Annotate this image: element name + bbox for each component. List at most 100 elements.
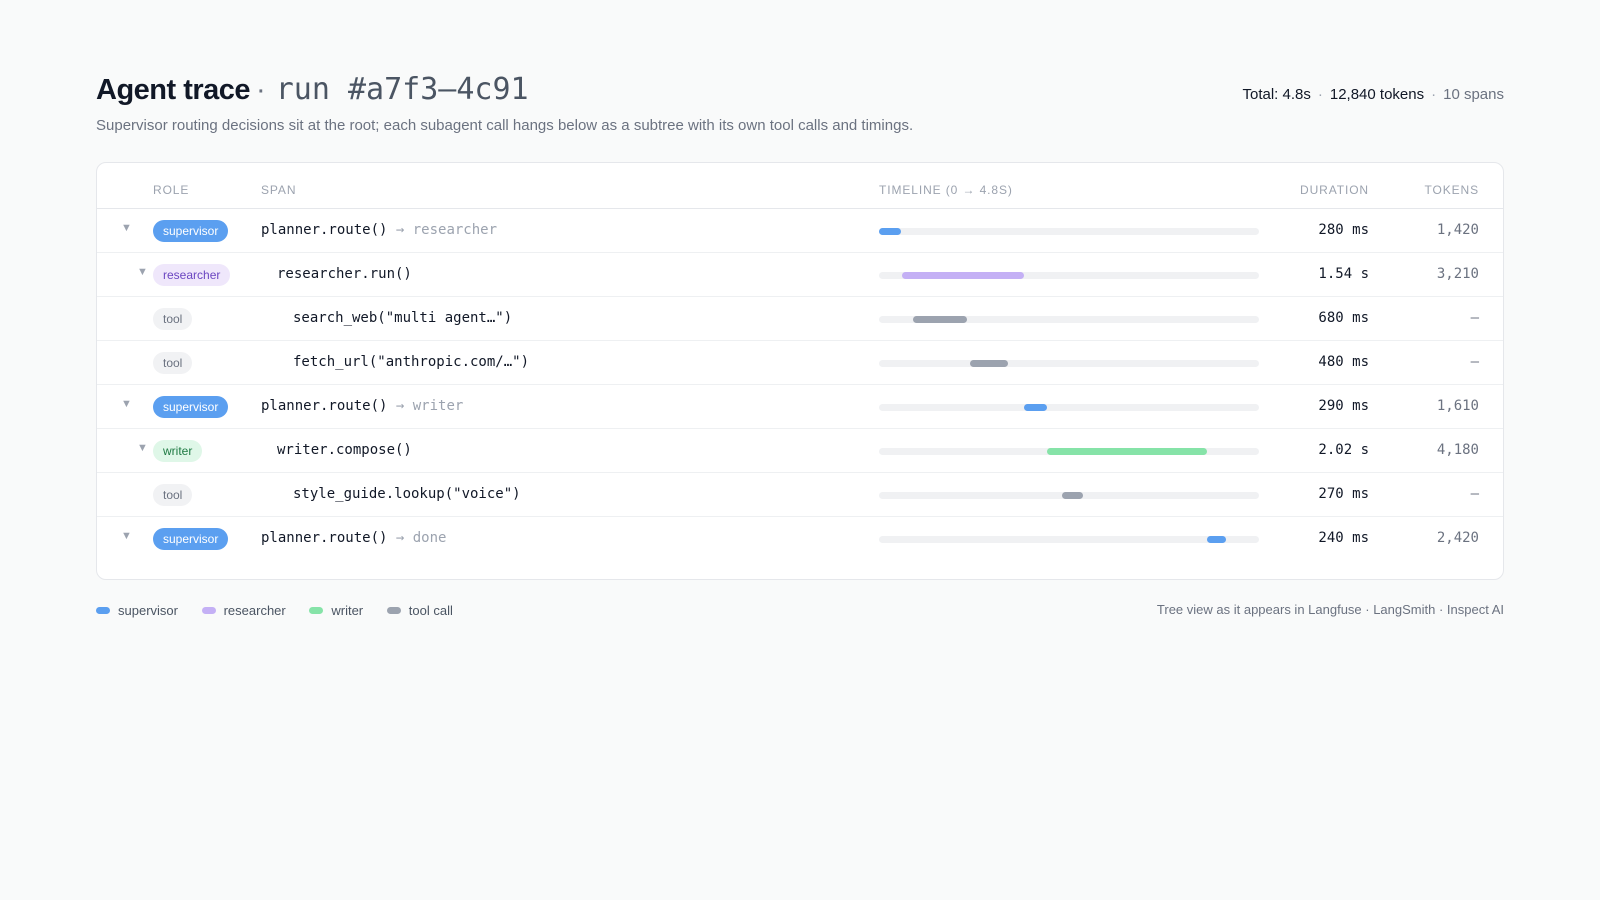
column-header-duration[interactable]: DURATION [1300,183,1369,197]
tokens-value: 1,420 [1436,222,1479,238]
duration-value: 680 ms [1318,310,1369,326]
table-row[interactable]: tool fetch_url("anthropic.com/…") 480 ms — [97,341,1503,385]
legend-item-tool-call: tool call [386,603,453,618]
chevron-down-icon[interactable]: ▼ [121,530,132,542]
span-name: researcher.run() [277,266,412,282]
chevron-down-icon[interactable]: ▼ [121,222,132,234]
chevron-down-icon[interactable]: ▼ [121,398,132,410]
span-name: search_web("multi agent…") [293,310,512,326]
duration-value: 280 ms [1318,222,1369,238]
legend: supervisor researcher writer tool call [96,602,473,618]
total-duration: Total: 4.8s [1242,86,1311,103]
role-badge: tool [153,352,193,374]
timeline-track [879,360,1259,367]
trace-stats: Total: 4.8s · 12,840 tokens · 10 spans [1242,86,1504,103]
span-count: 10 spans [1443,86,1504,103]
timeline-bar[interactable] [879,228,902,235]
page-header: Agent trace · run #a7f3–4c91 Total: 4.8s · 1… [96,72,1504,134]
timeline-bar[interactable] [902,272,1024,279]
trace-table: ROLE SPAN TIMELINE (0 → 4.8S) DURATION T… [96,162,1504,580]
span-call: search_web("multi agent…") [293,310,513,326]
table-row[interactable]: ▼ writer writer.compose() 2.02 s 4,180 [97,429,1503,473]
chevron-down-icon[interactable]: ▼ [137,442,148,454]
table-row[interactable]: ▼ supervisor planner.route() → researcher 2… [97,209,1503,253]
legend-label: tool call [408,603,453,618]
table-row[interactable]: tool style_guide.lookup("voice") 270 ms — [97,473,1503,517]
tokens-value: 4,180 [1436,442,1479,458]
stats-separator: · [1317,86,1323,103]
role-badge: writer [153,440,203,462]
table-body: ▼ supervisor planner.route() → researcher 2… [97,209,1503,561]
table-row[interactable]: ▼ supervisor planner.route() → done 240 ms 2… [97,517,1503,561]
span-call: planner.route() [261,222,388,238]
timeline-bar[interactable] [970,360,1008,367]
span-call: writer.compose() [277,442,412,458]
duration-value: 270 ms [1318,486,1369,502]
legend-label: supervisor [118,603,178,618]
duration-value: 2.02 s [1318,442,1369,458]
role-badge: researcher [153,264,231,286]
timeline-bar[interactable] [1046,448,1207,455]
trace-panel: Agent trace · run #a7f3–4c91 Total: 4.8s · 1… [96,72,1504,618]
duration-value: 240 ms [1318,530,1369,546]
span-call: planner.route() [261,398,388,414]
route-target: → writer [395,398,464,414]
timeline-bar[interactable] [1206,536,1226,543]
span-call: style_guide.lookup("voice") [293,486,521,502]
timeline-track [879,492,1259,499]
run-id: run #a7f3–4c91 [275,72,529,107]
role-badge: supervisor [153,528,229,550]
legend-swatch [309,607,324,614]
legend-item-supervisor: supervisor [96,603,178,618]
timeline-bar[interactable] [1061,492,1084,499]
column-header-role[interactable]: ROLE [153,183,189,197]
total-tokens: 12,840 tokens [1329,86,1425,103]
tokens-value: — [1470,486,1479,502]
span-name: planner.route() → writer [261,398,463,414]
legend-swatch [96,607,110,614]
title-text: Agent trace [96,74,251,106]
column-header-tokens[interactable]: TOKENS [1424,183,1479,197]
span-call: fetch_url("anthropic.com/…") [293,354,530,370]
legend-swatch [386,607,401,614]
legend-label: writer [331,603,364,618]
column-header-span[interactable]: SPAN [261,183,296,197]
route-target: → researcher [395,222,498,238]
timeline-track [879,404,1259,411]
span-name: style_guide.lookup("voice") [293,486,521,502]
chevron-down-icon[interactable]: ▼ [137,266,148,278]
tokens-value: — [1470,354,1479,370]
span-name: planner.route() → researcher [261,222,497,238]
legend-item-writer: writer [309,603,363,618]
table-header: ROLE SPAN TIMELINE (0 → 4.8S) DURATION T… [97,163,1503,209]
span-call: researcher.run() [277,266,412,282]
table-row[interactable]: tool search_web("multi agent…") 680 ms — [97,297,1503,341]
role-badge: tool [153,484,193,506]
span-name: writer.compose() [277,442,412,458]
timeline-bar[interactable] [913,316,967,323]
table-row[interactable]: ▼ supervisor planner.route() → writer 290 m… [97,385,1503,429]
duration-value: 1.54 s [1318,266,1369,282]
duration-value: 290 ms [1318,398,1369,414]
table-row[interactable]: ▼ researcher researcher.run() 1.54 s 3,210 [97,253,1503,297]
timeline-bar[interactable] [1023,404,1047,411]
timeline-track [879,272,1259,279]
role-badge: supervisor [153,396,229,418]
legend-item-researcher: researcher [201,603,286,618]
span-name: planner.route() → done [261,530,446,546]
stats-separator: · [1431,86,1437,103]
timeline-track [879,536,1259,543]
tokens-value: 1,610 [1436,398,1479,414]
footnote: Tree view as it appears in Langfuse · La… [1156,602,1504,617]
role-badge: tool [153,308,193,330]
legend-swatch [201,607,216,614]
timeline-track [879,316,1259,323]
duration-value: 480 ms [1318,354,1369,370]
route-target: → done [395,530,447,546]
timeline-track [879,448,1259,455]
tokens-value: — [1470,310,1479,326]
span-name: fetch_url("anthropic.com/…") [293,354,529,370]
page-title: Agent trace · run #a7f3–4c91 [96,72,529,107]
legend-label: researcher [223,603,286,618]
column-header-timeline[interactable]: TIMELINE (0 → 4.8S) [879,183,1013,197]
